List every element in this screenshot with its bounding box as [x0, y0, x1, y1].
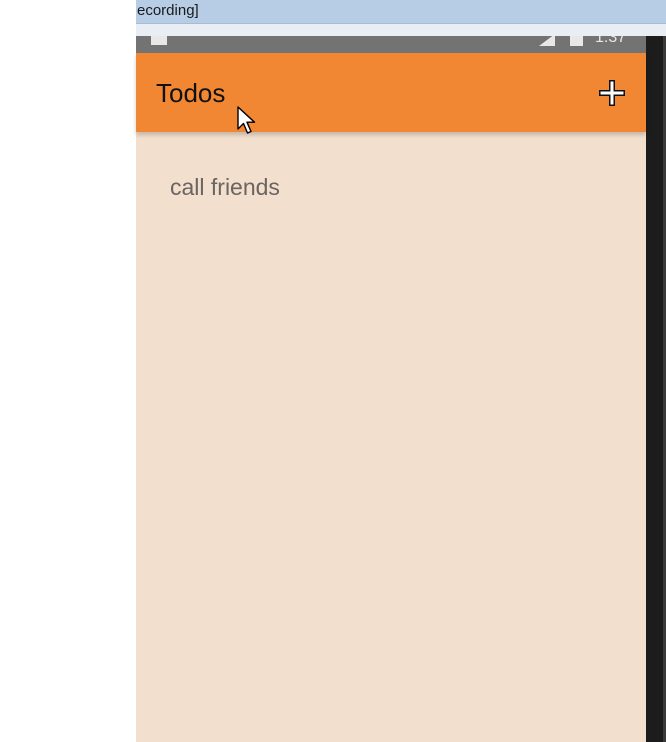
- plus-icon: [599, 80, 625, 106]
- todo-list: call friends: [136, 132, 646, 742]
- app-title: Todos: [156, 78, 226, 108]
- add-todo-button[interactable]: [596, 77, 628, 109]
- status-time: 1:37: [595, 36, 627, 46]
- window-divider: [136, 24, 666, 36]
- device-frame-edge: [646, 36, 666, 742]
- recording-window-titlebar: ecording]: [136, 0, 666, 24]
- battery-icon: [570, 36, 583, 46]
- app-bar: Todos: [136, 53, 646, 132]
- todo-item[interactable]: call friends: [170, 174, 280, 201]
- recording-window-title: ecording]: [137, 2, 199, 19]
- notification-icon: [151, 36, 167, 45]
- status-bar: 1:37: [136, 36, 646, 53]
- screen: ecording] 1:37 Todos call friends: [0, 0, 666, 742]
- signal-icon: [539, 36, 555, 46]
